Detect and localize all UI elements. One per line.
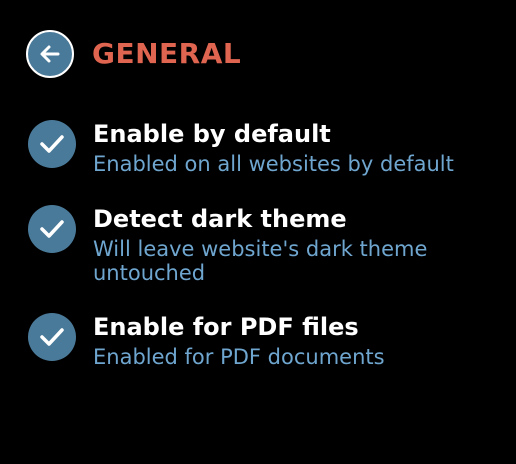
- option-texts: Enable by default Enabled on all website…: [93, 120, 488, 176]
- option-enable-for-pdf[interactable]: Enable for PDF files Enabled for PDF doc…: [28, 313, 498, 369]
- option-title: Enable by default: [93, 120, 331, 148]
- option-detect-dark-theme[interactable]: Detect dark theme Will leave website's d…: [28, 205, 498, 285]
- settings-page: GENERAL Enable by default Enabled on all…: [0, 0, 516, 464]
- option-description: Will leave website's dark theme untouche…: [93, 237, 428, 285]
- option-enable-by-default[interactable]: Enable by default Enabled on all website…: [28, 120, 498, 176]
- checkbox-enable-by-default[interactable]: [28, 120, 76, 168]
- option-texts: Detect dark theme Will leave website's d…: [93, 205, 488, 285]
- arrow-left-icon: [40, 45, 60, 63]
- checkmark-icon: [40, 135, 64, 153]
- option-description: Enabled on all websites by default: [93, 152, 454, 176]
- checkmark-icon: [40, 220, 64, 238]
- option-texts: Enable for PDF files Enabled for PDF doc…: [93, 313, 488, 369]
- header: GENERAL: [26, 28, 241, 80]
- checkbox-detect-dark-theme[interactable]: [28, 205, 76, 253]
- option-title: Detect dark theme: [93, 205, 347, 233]
- page-title: GENERAL: [92, 37, 242, 70]
- option-description: Enabled for PDF documents: [93, 345, 385, 369]
- back-button[interactable]: [26, 30, 74, 78]
- option-title: Enable for PDF files: [93, 313, 359, 341]
- checkmark-icon: [40, 328, 64, 346]
- checkbox-enable-for-pdf[interactable]: [28, 313, 76, 361]
